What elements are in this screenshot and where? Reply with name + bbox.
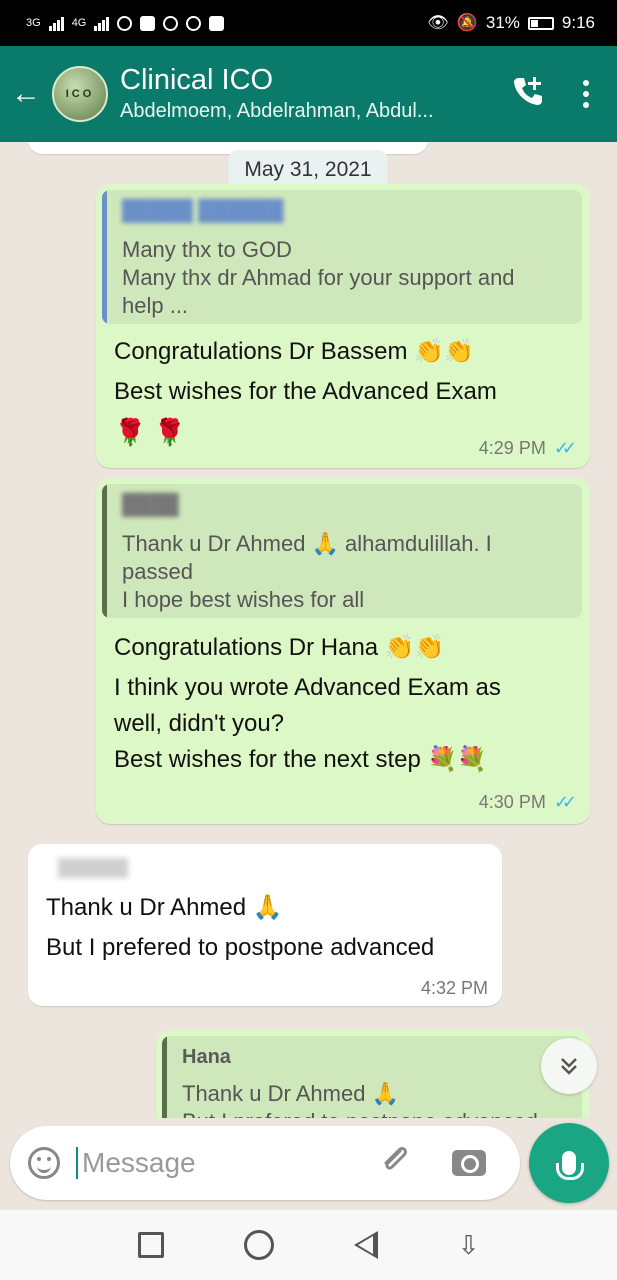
arrow-left-icon[interactable]: ← — [0, 77, 52, 111]
camera-icon[interactable] — [452, 1150, 486, 1176]
header-actions — [511, 74, 617, 115]
quoted-sender-redacted: ████ — [122, 494, 179, 516]
eye-icon: 👁 — [427, 13, 449, 32]
message-text-line: Best wishes for the Advanced Exam — [114, 378, 497, 405]
message-bubble-incoming[interactable]: Thank u Dr Ahmed 🙏 But I prefered to pos… — [28, 844, 502, 1006]
message-text-line: I think you wrote Advanced Exam as — [114, 674, 501, 701]
message-bubble-outgoing[interactable]: █████ ██████ Many thx to GOD Many thx dr… — [96, 184, 590, 468]
chevron-double-down-icon[interactable] — [541, 1038, 597, 1094]
quote-bar — [162, 1036, 167, 1118]
mic-icon — [556, 1151, 584, 1180]
message-bubble-outgoing[interactable]: ████ Thank u Dr Ahmed 🙏 alhamdulillah. I… — [96, 478, 590, 824]
back-nav-icon[interactable] — [353, 1231, 378, 1259]
chat-participants: Abdelmoem, Abdelrahman, Abdul... — [120, 100, 434, 122]
paperclip-icon[interactable] — [378, 1143, 412, 1184]
status-left: 3G 4G — [26, 15, 225, 31]
messenger-icon — [163, 15, 179, 31]
chat-header: ← ICO Clinical ICO Abdelmoem, Abdelrahma… — [0, 46, 617, 142]
message-time: 4:32 PM — [420, 978, 488, 998]
quote-line: Thank u Dr Ahmed 🙏 — [182, 1081, 399, 1106]
sender-name-redacted — [58, 858, 128, 878]
status-right: 👁 🔕 31% 9:16 — [427, 13, 595, 33]
message-text-line: well, didn't you? — [114, 710, 285, 737]
notification-icon — [140, 15, 156, 31]
quote-bar — [102, 190, 107, 324]
notification-pull-icon[interactable]: ⇩ — [458, 1230, 480, 1261]
messenger-icon-2 — [186, 15, 202, 31]
battery-percent: 31% — [485, 13, 520, 32]
quote-line: But I prefered to postpone advanced — [182, 1108, 538, 1118]
network-type-2: 4G — [71, 17, 87, 29]
message-composer — [10, 1126, 520, 1200]
mic-button[interactable] — [529, 1123, 609, 1203]
chat-area[interactable]: May 31, 2021 █████ ██████ Many thx to GO… — [0, 142, 617, 1118]
message-text-line: But I prefered to postpone advanced — [46, 934, 435, 961]
status-bar: 3G 4G 👁 🔕 31% 9:16 — [0, 0, 617, 46]
emoji-icon[interactable] — [28, 1147, 60, 1179]
quoted-sender-redacted: █████ ██████ — [122, 200, 284, 222]
recents-icon[interactable] — [137, 1232, 164, 1258]
quoted-sender: Hana — [182, 1046, 231, 1068]
message-meta: 4:30 PM ✓✓ — [478, 792, 577, 813]
home-icon[interactable] — [243, 1230, 274, 1260]
signal-icon-2 — [94, 15, 110, 31]
signal-icon — [48, 15, 64, 31]
read-ticks-icon: ✓✓ — [553, 792, 577, 812]
quoted-message[interactable]: █████ ██████ Many thx to GOD Many thx dr… — [102, 190, 582, 324]
message-input[interactable] — [76, 1147, 366, 1179]
quoted-message[interactable]: Hana Thank u Dr Ahmed 🙏 But I prefered t… — [162, 1036, 582, 1118]
quote-line: Many thx dr Ahmad for your support and — [122, 265, 515, 290]
group-avatar[interactable]: ICO — [52, 66, 108, 122]
message-text-line: Best wishes for the next step 💐💐 — [114, 746, 488, 773]
message-text-line: Congratulations Dr Hana 👏👏 — [114, 634, 445, 661]
mute-icon: 🔕 — [456, 13, 478, 32]
quote-line: passed — [122, 559, 193, 584]
add-call-icon[interactable] — [511, 74, 545, 115]
message-bubble-outgoing[interactable]: Hana Thank u Dr Ahmed 🙏 But I prefered t… — [156, 1030, 590, 1118]
message-text-line: Congratulations Dr Bassem 👏👏 — [114, 338, 474, 365]
battery-icon — [527, 16, 554, 30]
avatar-text: ICO — [65, 88, 95, 100]
quoted-message[interactable]: ████ Thank u Dr Ahmed 🙏 alhamdulillah. I… — [102, 484, 582, 618]
message-meta: 4:29 PM ✓✓ — [478, 438, 577, 459]
clock: 9:16 — [561, 13, 595, 32]
quote-line: Many thx to GOD — [122, 237, 292, 262]
message-text-line: 🌹 🌹 — [114, 417, 186, 447]
message-text-line: Thank u Dr Ahmed 🙏 — [46, 894, 283, 921]
system-nav-bar: ⇩ — [0, 1210, 617, 1280]
quote-line: help ... — [122, 293, 189, 318]
message-meta: 4:32 PM — [421, 978, 488, 999]
network-type-1: 3G — [26, 17, 41, 29]
hotspot-icon — [117, 15, 133, 31]
chat-title-area[interactable]: Clinical ICO Abdelmoem, Abdelrahman, Abd… — [120, 63, 511, 125]
chat-title: Clinical ICO — [120, 64, 274, 96]
message-time: 4:29 PM — [478, 438, 546, 458]
app-icon — [209, 15, 225, 31]
quote-bar — [102, 484, 107, 618]
quote-line: I hope best wishes for all — [122, 587, 365, 612]
more-vertical-icon[interactable] — [583, 80, 589, 108]
message-time: 4:30 PM — [478, 792, 546, 812]
read-ticks-icon: ✓✓ — [553, 438, 577, 458]
quote-line: Thank u Dr Ahmed 🙏 alhamdulillah. I — [122, 531, 492, 556]
